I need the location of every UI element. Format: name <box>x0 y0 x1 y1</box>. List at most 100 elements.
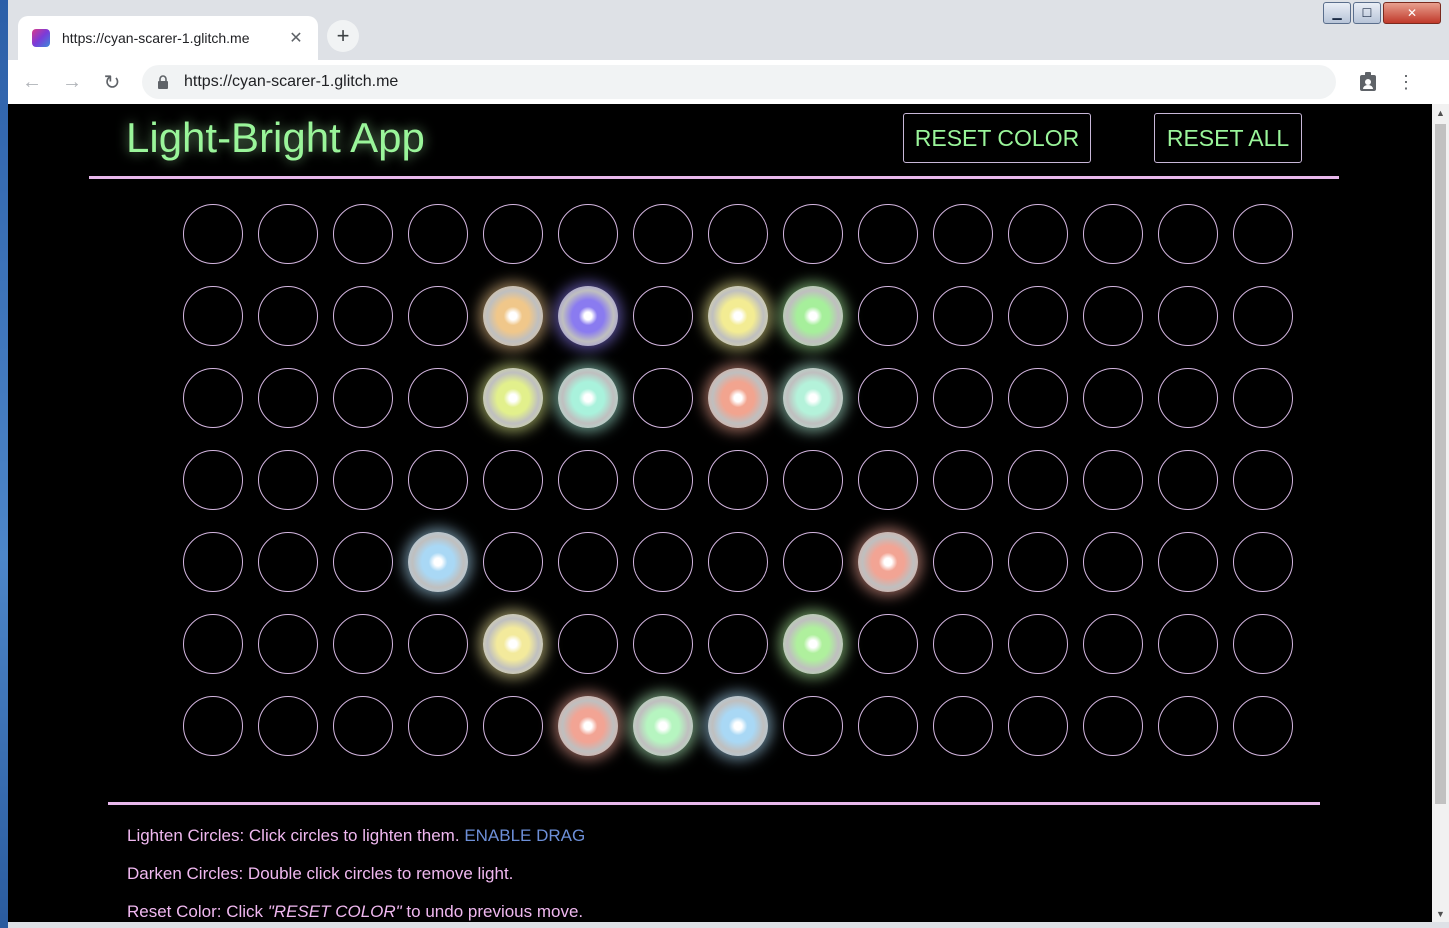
light-circle[interactable] <box>183 614 243 674</box>
light-circle[interactable] <box>408 696 468 756</box>
light-circle[interactable] <box>258 368 318 428</box>
light-circle[interactable] <box>258 204 318 264</box>
light-circle[interactable] <box>1083 450 1143 510</box>
light-circle[interactable] <box>1083 368 1143 428</box>
light-circle[interactable] <box>558 614 618 674</box>
light-circle-lit[interactable] <box>783 286 843 346</box>
light-circle[interactable] <box>558 532 618 592</box>
light-circle[interactable] <box>258 696 318 756</box>
light-circle[interactable] <box>1158 450 1218 510</box>
light-circle[interactable] <box>483 696 543 756</box>
light-circle[interactable] <box>1083 696 1143 756</box>
light-circle[interactable] <box>1083 286 1143 346</box>
light-circle[interactable] <box>483 532 543 592</box>
light-circle[interactable] <box>1083 204 1143 264</box>
close-window-button[interactable]: ✕ <box>1383 2 1441 24</box>
light-circle[interactable] <box>408 614 468 674</box>
light-circle[interactable] <box>858 286 918 346</box>
light-circle[interactable] <box>408 450 468 510</box>
light-circle[interactable] <box>708 204 768 264</box>
light-circle-lit[interactable] <box>483 286 543 346</box>
light-circle[interactable] <box>258 450 318 510</box>
light-circle[interactable] <box>333 696 393 756</box>
light-circle[interactable] <box>483 204 543 264</box>
back-arrow-icon[interactable]: ← <box>16 66 48 98</box>
light-circle[interactable] <box>333 286 393 346</box>
light-circle-lit[interactable] <box>708 696 768 756</box>
browser-tab[interactable]: https://cyan-scarer-1.glitch.me ✕ <box>18 16 318 60</box>
light-circle[interactable] <box>333 368 393 428</box>
light-circle[interactable] <box>558 204 618 264</box>
light-circle[interactable] <box>933 696 993 756</box>
light-circle[interactable] <box>258 614 318 674</box>
address-bar[interactable]: https://cyan-scarer-1.glitch.me <box>142 65 1336 99</box>
close-tab-icon[interactable]: ✕ <box>286 28 306 48</box>
light-circle[interactable] <box>183 368 243 428</box>
enable-drag-link[interactable]: ENABLE DRAG <box>464 826 585 845</box>
light-circle[interactable] <box>1158 614 1218 674</box>
light-circle-lit[interactable] <box>558 696 618 756</box>
light-circle-lit[interactable] <box>558 286 618 346</box>
light-circle[interactable] <box>1233 368 1293 428</box>
light-circle-lit[interactable] <box>708 368 768 428</box>
light-circle[interactable] <box>333 450 393 510</box>
light-circle[interactable] <box>408 368 468 428</box>
light-circle-lit[interactable] <box>708 286 768 346</box>
light-circle-lit[interactable] <box>483 614 543 674</box>
light-circle[interactable] <box>858 368 918 428</box>
light-circle[interactable] <box>708 532 768 592</box>
light-circle[interactable] <box>1008 450 1068 510</box>
light-circle[interactable] <box>933 614 993 674</box>
reset-color-button[interactable]: RESET COLOR <box>903 113 1091 163</box>
minimize-button[interactable]: ▁ <box>1323 2 1351 24</box>
new-tab-button[interactable]: + <box>327 20 359 52</box>
reload-icon[interactable]: ↻ <box>96 66 128 98</box>
light-circle[interactable] <box>858 614 918 674</box>
light-circle[interactable] <box>1233 204 1293 264</box>
light-circle[interactable] <box>783 696 843 756</box>
light-circle[interactable] <box>1008 204 1068 264</box>
light-circle[interactable] <box>1008 614 1068 674</box>
light-circle[interactable] <box>1158 696 1218 756</box>
light-circle[interactable] <box>1233 532 1293 592</box>
light-circle[interactable] <box>933 368 993 428</box>
light-circle[interactable] <box>408 286 468 346</box>
reset-all-button[interactable]: RESET ALL <box>1154 113 1302 163</box>
light-circle[interactable] <box>858 450 918 510</box>
light-circle[interactable] <box>258 286 318 346</box>
scroll-thumb[interactable] <box>1435 124 1446 804</box>
light-circle[interactable] <box>633 368 693 428</box>
light-circle[interactable] <box>1158 532 1218 592</box>
light-circle[interactable] <box>633 450 693 510</box>
scroll-down-arrow-icon[interactable]: ▼ <box>1432 905 1449 922</box>
light-circle[interactable] <box>333 614 393 674</box>
light-circle[interactable] <box>1233 614 1293 674</box>
menu-dots-icon[interactable]: ⋮ <box>1392 68 1420 96</box>
light-circle[interactable] <box>183 450 243 510</box>
profile-badge-icon[interactable] <box>1354 68 1382 96</box>
light-circle[interactable] <box>783 204 843 264</box>
light-circle[interactable] <box>333 204 393 264</box>
forward-arrow-icon[interactable]: → <box>56 66 88 98</box>
light-circle[interactable] <box>558 450 618 510</box>
light-circle[interactable] <box>783 450 843 510</box>
light-circle[interactable] <box>183 204 243 264</box>
scroll-up-arrow-icon[interactable]: ▲ <box>1432 104 1449 121</box>
light-circle[interactable] <box>933 286 993 346</box>
light-circle[interactable] <box>1158 204 1218 264</box>
light-circle[interactable] <box>1233 696 1293 756</box>
light-circle-lit[interactable] <box>558 368 618 428</box>
light-circle[interactable] <box>633 532 693 592</box>
light-circle-lit[interactable] <box>783 614 843 674</box>
light-circle[interactable] <box>633 204 693 264</box>
light-circle[interactable] <box>183 532 243 592</box>
light-circle[interactable] <box>1008 286 1068 346</box>
light-circle[interactable] <box>1008 532 1068 592</box>
light-circle[interactable] <box>783 532 843 592</box>
light-circle[interactable] <box>1158 286 1218 346</box>
light-circle[interactable] <box>633 614 693 674</box>
light-circle[interactable] <box>408 204 468 264</box>
vertical-scrollbar[interactable]: ▲ ▼ <box>1432 104 1449 922</box>
light-circle[interactable] <box>933 532 993 592</box>
light-circle[interactable] <box>933 450 993 510</box>
